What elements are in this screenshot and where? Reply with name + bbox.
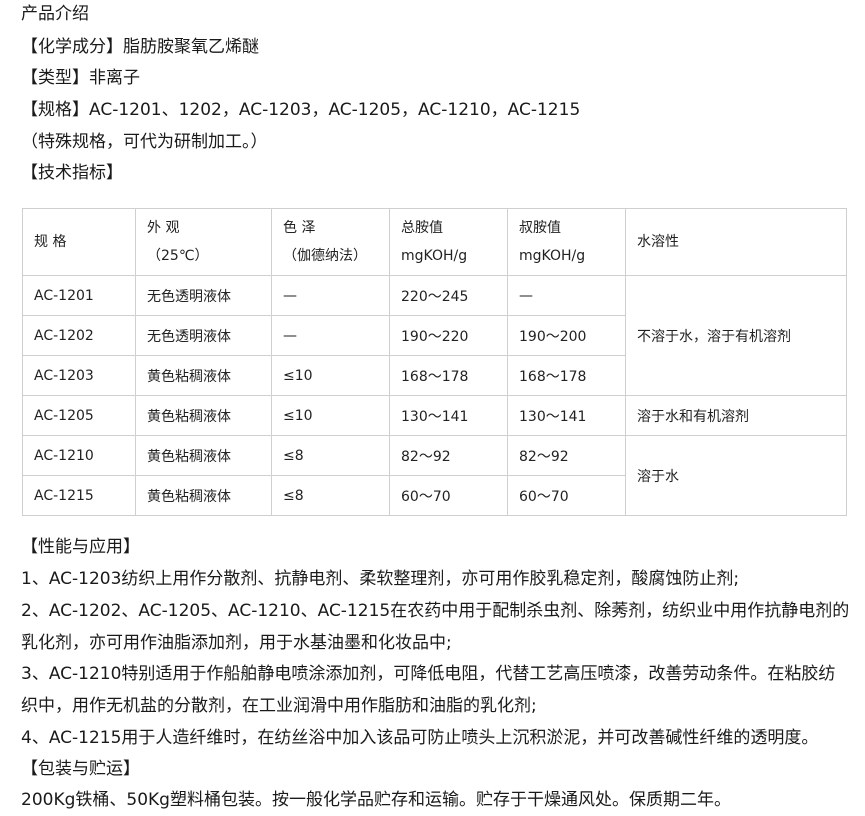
table-header-row: 规 格 外 观（25℃） 色 泽（伽德纳法） 总胺值 mgKOH/g 叔胺值 mgK… bbox=[22, 208, 847, 276]
specifications: 【规格】AC-1201、1202，AC-1203，AC-1205，AC-1210… bbox=[21, 100, 581, 120]
cell-color: ≤8 bbox=[271, 435, 390, 476]
cell-tertiary-amine: 60～70 bbox=[507, 475, 626, 516]
cell-appearance: 黄色粘稠液体 bbox=[135, 395, 272, 436]
cell-total-amine: 130～141 bbox=[389, 395, 508, 436]
spec-table: 规 格 外 观（25℃） 色 泽（伽德纳法） 总胺值 mgKOH/g 叔胺值 mgK… bbox=[22, 208, 847, 516]
cell-spec: AC-1205 bbox=[22, 395, 136, 436]
intro-title: 产品介绍 bbox=[21, 4, 89, 24]
applications-heading: 【性能与应用】 bbox=[21, 537, 140, 557]
cell-spec: AC-1201 bbox=[22, 275, 136, 316]
cell-spec: AC-1203 bbox=[22, 355, 136, 396]
cell-spec: AC-1215 bbox=[22, 475, 136, 516]
cell-total-amine: 60～70 bbox=[389, 475, 508, 516]
cell-appearance: 无色透明液体 bbox=[135, 275, 272, 316]
cell-total-amine: 82～92 bbox=[389, 435, 508, 476]
application-item-4: 4、AC-1215用于人造纤维时，在纺丝浴中加入该品可防止喷头上沉积淤泥，并可改… bbox=[21, 728, 819, 748]
product-type: 【类型】非离子 bbox=[21, 68, 140, 88]
cell-tertiary-amine: — bbox=[507, 275, 626, 316]
table-row: AC-1210 黄色粘稠液体 ≤8 82～92 82～92 溶于水 bbox=[22, 435, 847, 516]
table-row: AC-1201 无色透明液体 — 220～245 — 不溶于水，溶于有机溶剂 bbox=[22, 275, 847, 396]
tech-heading: 【技术指标】 bbox=[21, 163, 123, 183]
cell-color: ≤8 bbox=[271, 475, 390, 516]
packaging-text: 200Kg铁桶、50Kg塑料桶包装。按一般化学品贮存和运输。贮存于干燥通风处。保… bbox=[21, 790, 731, 810]
cell-total-amine: 220～245 bbox=[389, 275, 508, 316]
cell-solubility: 溶于水和有机溶剂 bbox=[625, 395, 847, 436]
header-appearance: 外 观（25℃） bbox=[135, 208, 272, 276]
cell-appearance: 无色透明液体 bbox=[135, 315, 272, 356]
header-color: 色 泽（伽德纳法） bbox=[271, 208, 390, 276]
application-item-3: 3、AC-1210特别适用于作船舶静电喷涂添加剂，可降低电阻，代替工艺高压喷漆，… bbox=[21, 664, 836, 716]
cell-tertiary-amine: 82～92 bbox=[507, 435, 626, 476]
application-item-1: 1、AC-1203纺织上用作分散剂、抗静电剂、柔软整理剂，亦可用作胶乳稳定剂，酸… bbox=[21, 569, 740, 589]
header-solubility: 水溶性 bbox=[625, 208, 847, 276]
cell-color: ≤10 bbox=[271, 395, 390, 436]
table-row: AC-1205 黄色粘稠液体 ≤10 130～141 130～141 溶于水和有… bbox=[22, 395, 847, 436]
cell-appearance: 黄色粘稠液体 bbox=[135, 435, 272, 476]
cell-color: — bbox=[271, 315, 390, 356]
product-document: 产品介绍 【化学成分】脂肪胺聚氧乙烯醚 【类型】非离子 【规格】AC-1201、… bbox=[0, 0, 865, 816]
application-item-2: 2、AC-1202、AC-1205、AC-1210、AC-1215在农药中用于配… bbox=[21, 601, 850, 653]
cell-color: ≤10 bbox=[271, 355, 390, 396]
cell-spec: AC-1202 bbox=[22, 315, 136, 356]
cell-total-amine: 168～178 bbox=[389, 355, 508, 396]
cell-total-amine: 190～220 bbox=[389, 315, 508, 356]
cell-tertiary-amine: 168～178 bbox=[507, 355, 626, 396]
cell-tertiary-amine: 130～141 bbox=[507, 395, 626, 436]
cell-solubility: 溶于水 bbox=[625, 435, 847, 516]
header-spec: 规 格 bbox=[22, 208, 136, 276]
chemical-composition: 【化学成分】脂肪胺聚氧乙烯醚 bbox=[21, 37, 259, 57]
cell-spec: AC-1210 bbox=[22, 435, 136, 476]
header-total-amine: 总胺值 mgKOH/g bbox=[389, 208, 508, 276]
cell-appearance: 黄色粘稠液体 bbox=[135, 475, 272, 516]
cell-color: — bbox=[271, 275, 390, 316]
cell-solubility: 不溶于水，溶于有机溶剂 bbox=[625, 275, 847, 396]
packaging-heading: 【包装与贮运】 bbox=[21, 759, 140, 779]
cell-tertiary-amine: 190～200 bbox=[507, 315, 626, 356]
cell-appearance: 黄色粘稠液体 bbox=[135, 355, 272, 396]
header-tertiary-amine: 叔胺值 mgKOH/g bbox=[507, 208, 626, 276]
spec-note: （特殊规格，可代为研制加工。） bbox=[21, 132, 268, 152]
